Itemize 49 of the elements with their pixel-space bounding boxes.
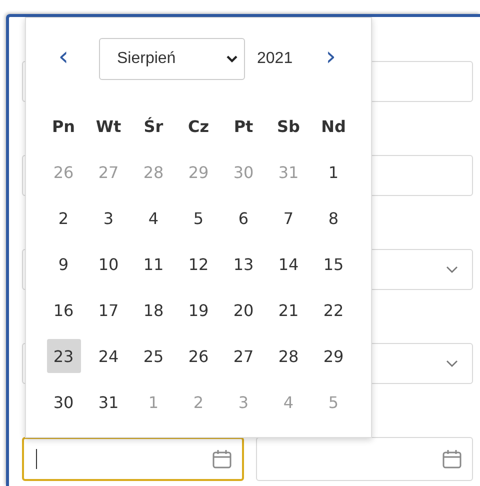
day-cell[interactable]: 16 — [46, 293, 80, 327]
weekday-label: Sb — [277, 116, 300, 136]
day-cell[interactable]: 24 — [92, 339, 126, 373]
day-cell[interactable]: 30 — [46, 385, 80, 419]
day-cell[interactable]: 5 — [182, 201, 216, 235]
day-cell[interactable]: 6 — [226, 201, 260, 235]
previous-month-button[interactable]: ‹ — [41, 44, 86, 74]
day-cell[interactable]: 4 — [136, 201, 170, 235]
day-cell[interactable]: 28 — [272, 339, 306, 373]
day-cell[interactable]: 29 — [316, 339, 350, 373]
day-cell[interactable]: 20 — [226, 293, 260, 327]
date-field[interactable] — [22, 437, 244, 481]
day-cell[interactable]: 21 — [272, 293, 306, 327]
day-cell[interactable]: 3 — [92, 201, 126, 235]
year-label: 2021 — [257, 50, 293, 68]
day-cell[interactable]: 23 — [46, 339, 80, 373]
day-cell[interactable]: 14 — [272, 247, 306, 281]
day-cell[interactable]: 2 — [46, 201, 80, 235]
day-cell[interactable]: 10 — [92, 247, 126, 281]
day-cell[interactable]: 1 — [316, 155, 350, 189]
day-cell[interactable]: 25 — [136, 339, 170, 373]
calendar-icon — [212, 449, 232, 469]
calendar-icon — [442, 449, 462, 469]
day-cell[interactable]: 9 — [46, 247, 80, 281]
day-cell[interactable]: 27 — [226, 339, 260, 373]
day-cell[interactable]: 13 — [226, 247, 260, 281]
weekday-label: Pt — [234, 116, 254, 136]
date-field[interactable] — [256, 437, 473, 481]
weekday-label: Śr — [144, 116, 164, 136]
day-cell[interactable]: 12 — [182, 247, 216, 281]
chevron-down-icon — [446, 266, 458, 273]
weekday-label: Wt — [96, 116, 122, 136]
day-cell[interactable]: 7 — [272, 201, 306, 235]
day-cell[interactable]: 18 — [136, 293, 170, 327]
day-cell[interactable]: 19 — [182, 293, 216, 327]
day-cell[interactable]: 11 — [136, 247, 170, 281]
weekday-label: Pn — [52, 116, 76, 136]
day-cell[interactable]: 26 — [182, 339, 216, 373]
day-cell[interactable]: 22 — [316, 293, 350, 327]
day-cell[interactable]: 8 — [316, 201, 350, 235]
next-month-button[interactable]: › — [326, 44, 336, 74]
chevron-down-icon — [446, 360, 458, 367]
day-cell[interactable]: 15 — [316, 247, 350, 281]
day-cell[interactable]: 17 — [92, 293, 126, 327]
weekday-label: Nd — [321, 116, 346, 136]
chevron-down-icon — [226, 55, 238, 63]
weekday-label: Cz — [188, 116, 210, 136]
month-select[interactable]: Sierpień — [99, 38, 245, 80]
day-cell[interactable]: 31 — [92, 385, 126, 419]
